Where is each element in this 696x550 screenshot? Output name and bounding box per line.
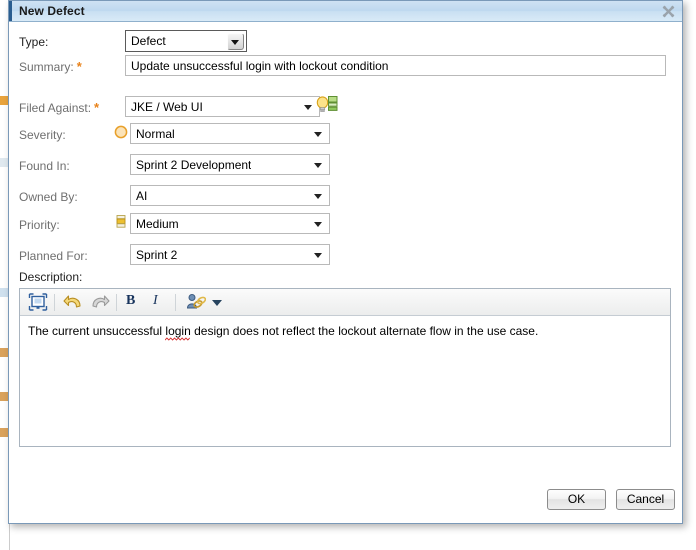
ok-button[interactable]: OK — [547, 489, 606, 510]
field-label-summary: Summary: * — [19, 59, 82, 75]
priority-medium-icon — [114, 214, 128, 234]
summary-input-value: Update unsuccessful login with lockout c… — [131, 59, 389, 73]
field-label-priority: Priority: — [19, 218, 60, 232]
chevron-down-icon[interactable] — [212, 300, 222, 306]
chevron-down-icon — [314, 194, 322, 199]
severity-value: Normal — [136, 127, 175, 141]
type-select-button[interactable] — [227, 33, 244, 50]
owned-by-value: AI — [136, 189, 148, 203]
insert-link-icon[interactable] — [184, 292, 207, 313]
bg-icon-5 — [0, 392, 8, 401]
description-editor: B I The current unsuccessful login desig… — [19, 288, 671, 447]
italic-button[interactable]: I — [153, 293, 158, 309]
dialog-titlebar: New Defect — [9, 1, 682, 22]
dialog-body: Type: Defect Summary: * Update unsuccessf… — [9, 22, 682, 523]
description-toolbar: B I — [20, 289, 670, 316]
field-label-found-in: Found In: — [19, 159, 70, 173]
required-asterisk-summary: * — [76, 59, 82, 74]
toolbar-separator-3 — [175, 294, 176, 311]
type-select[interactable]: Defect — [125, 30, 247, 52]
chevron-down-icon — [314, 163, 322, 168]
filed-against-select[interactable]: JKE / Web UI — [125, 96, 320, 117]
field-label-owned-by: Owned By: — [19, 190, 78, 204]
bg-icon-2 — [0, 158, 8, 167]
chevron-down-icon — [314, 132, 322, 137]
chevron-down-icon — [314, 253, 322, 258]
description-text-after: design does not reflect the lockout alte… — [190, 324, 539, 338]
cancel-button[interactable]: Cancel — [616, 489, 675, 510]
bg-icon-6 — [0, 428, 8, 437]
field-label-severity: Severity: — [19, 128, 66, 142]
close-icon[interactable] — [661, 4, 676, 19]
severity-select[interactable]: Normal — [130, 123, 330, 144]
toolbar-separator-1 — [54, 294, 55, 311]
redo-icon[interactable] — [88, 292, 110, 313]
type-select-value: Defect — [131, 34, 166, 48]
required-asterisk-filed-against: * — [94, 100, 100, 115]
new-defect-dialog: New Defect Type: Defect Summary: * Updat… — [8, 0, 683, 524]
bg-icon-1 — [0, 96, 8, 105]
maximize-editor-icon[interactable] — [27, 292, 49, 313]
found-in-select[interactable]: Sprint 2 Development — [130, 154, 330, 175]
summary-input[interactable]: Update unsuccessful login with lockout c… — [125, 55, 666, 76]
chevron-down-icon — [314, 222, 322, 227]
field-label-planned-for: Planned For: — [19, 249, 88, 263]
planned-for-select[interactable]: Sprint 2 — [130, 244, 330, 265]
misspelled-word-text: login — [165, 324, 191, 338]
lightbulb-suggestion-icon[interactable] — [315, 94, 339, 116]
dialog-title: New Defect — [19, 4, 85, 18]
severity-normal-icon — [114, 125, 128, 144]
bg-icon-4 — [0, 348, 8, 357]
found-in-value: Sprint 2 Development — [136, 158, 252, 172]
bg-icon-3 — [0, 288, 8, 297]
titlebar-accent — [9, 1, 12, 21]
screen: New Defect Type: Defect Summary: * Updat… — [0, 0, 696, 550]
description-text-before: The current unsuccessful — [28, 324, 166, 338]
description-body[interactable]: The current unsuccessful login design do… — [28, 324, 539, 341]
chevron-down-icon — [304, 105, 312, 110]
description-label: Description: — [19, 270, 83, 284]
bold-button[interactable]: B — [126, 293, 135, 309]
field-label-filed-against: Filed Against: * — [19, 100, 100, 116]
owned-by-select[interactable]: AI — [130, 185, 330, 206]
spellcheck-squiggle-icon — [165, 337, 191, 341]
field-label-type: Type: — [19, 35, 49, 49]
priority-value: Medium — [136, 217, 179, 231]
toolbar-separator-2 — [116, 294, 117, 311]
priority-select[interactable]: Medium — [130, 213, 330, 234]
filed-against-value: JKE / Web UI — [131, 100, 203, 114]
misspelled-word: login — [165, 324, 191, 341]
undo-icon[interactable] — [63, 292, 85, 313]
planned-for-value: Sprint 2 — [136, 248, 178, 262]
